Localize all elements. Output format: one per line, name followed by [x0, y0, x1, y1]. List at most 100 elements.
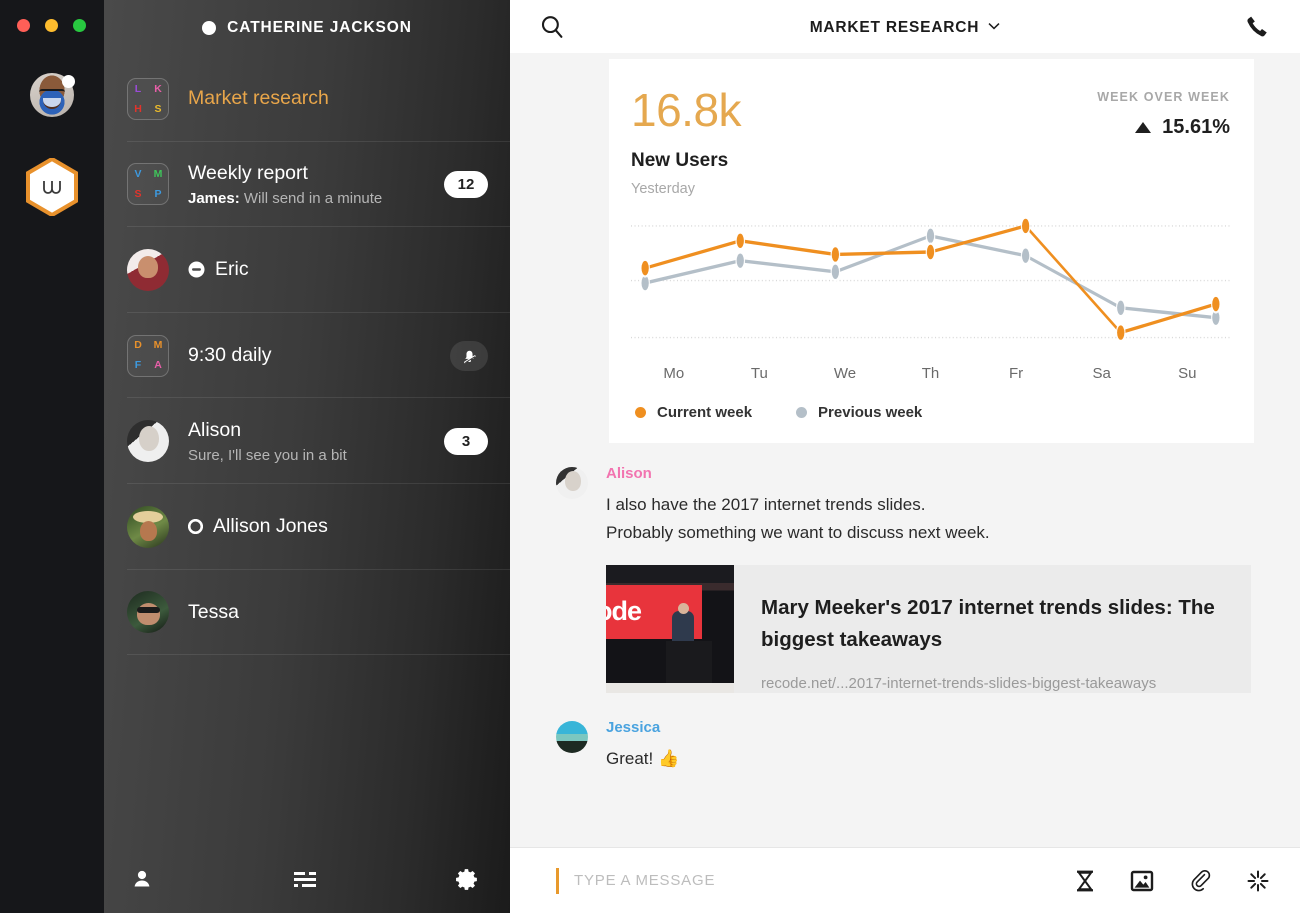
filters-button[interactable]	[292, 868, 318, 890]
conversation-title-row: Allison Jones	[188, 515, 488, 538]
delta-caption: WEEK OVER WEEK	[1097, 90, 1230, 104]
app-window: CATHERINE JACKSON L K H S Market researc…	[0, 0, 1300, 913]
message-body: Jessica Great! 👍	[606, 719, 1254, 773]
x-tick: Sa	[1092, 365, 1111, 382]
link-preview-body: Mary Meeker's 2017 internet trends slide…	[734, 565, 1251, 693]
sliders-icon	[293, 870, 316, 889]
eric-avatar	[127, 248, 169, 291]
composer-actions	[1074, 869, 1270, 893]
thumb-floor	[606, 683, 734, 694]
hourglass-icon	[1077, 870, 1093, 891]
link-preview-card[interactable]: ode Mary Meeker's 2017 internet trends s…	[606, 565, 1251, 694]
conversation-name: Market research	[188, 87, 329, 110]
tile-letter: K	[154, 82, 162, 95]
legend-dot	[796, 407, 808, 418]
search-icon	[541, 15, 563, 38]
self-avatar[interactable]	[30, 73, 75, 117]
tile-letter: M	[153, 168, 163, 181]
group-initials-tile: V M S P	[127, 163, 169, 206]
message-line: I also have the 2017 internet trends sli…	[606, 495, 926, 514]
list-divider	[127, 654, 510, 656]
link-preview-title: Mary Meeker's 2017 internet trends slide…	[761, 596, 1215, 651]
image-button[interactable]	[1130, 870, 1154, 892]
thumb-logo-text: ode	[606, 596, 642, 627]
zoom-window-button[interactable]	[73, 19, 86, 32]
paperclip-icon	[1191, 869, 1211, 891]
preview-text: Will send in a minute	[243, 189, 383, 207]
conversation-title-row: Tessa	[188, 601, 488, 624]
link-preview-thumbnail: ode	[606, 565, 734, 694]
x-tick: Mo	[663, 365, 685, 382]
tile-letter: V	[134, 168, 142, 181]
start-call-button[interactable]	[1244, 14, 1270, 40]
conversation-item-alison[interactable]: Alison Sure, I'll see you in a bit 3	[104, 398, 510, 484]
wire-hexagon-logo[interactable]	[26, 158, 78, 216]
conversation-text: Weekly report James: Will send in a minu…	[188, 162, 444, 207]
legend-item-current-week: Current week	[635, 404, 752, 421]
conversation-preview: James: Will send in a minute	[188, 190, 444, 207]
message-body: Alison I also have the 2017 internet tre…	[606, 465, 1254, 694]
tile-letter: F	[134, 359, 142, 372]
message-author: Alison	[606, 465, 652, 482]
jessica-avatar[interactable]	[556, 721, 588, 754]
alison-avatar	[127, 420, 169, 463]
x-tick: Su	[1178, 365, 1197, 382]
x-tick: Th	[921, 365, 940, 382]
kpi-label: New Users	[631, 150, 729, 171]
conversation-item-market-research[interactable]: L K H S Market research	[104, 56, 510, 142]
tile-letter: A	[154, 359, 162, 372]
group-tile: L K H S	[127, 77, 169, 120]
conversation-item-tessa[interactable]: Tessa	[104, 570, 510, 656]
conversation-name: Alison	[188, 418, 242, 441]
kpi-value: 16.8k	[631, 84, 742, 136]
sparkle-icon	[1247, 870, 1269, 891]
contacts-button[interactable]	[130, 867, 154, 891]
new-users-line-chart	[631, 213, 1230, 361]
user-presence-dot	[202, 21, 217, 35]
tile-letter: S	[134, 188, 142, 201]
conversation-list[interactable]: L K H S Market research V M S P Weekly r…	[104, 56, 510, 845]
close-window-button[interactable]	[17, 19, 30, 32]
conversation-header: MARKET RESEARCH	[510, 0, 1300, 53]
sparkle-button[interactable]	[1246, 869, 1270, 893]
left-rail	[0, 0, 104, 913]
settings-button[interactable]	[455, 867, 480, 892]
alison-avatar[interactable]	[556, 467, 588, 499]
message-line: Probably something we want to discuss ne…	[606, 522, 990, 542]
conversation-text: Market research	[188, 87, 488, 110]
conversation-list-pane: CATHERINE JACKSON L K H S Market researc…	[104, 0, 510, 913]
delta-block: WEEK OVER WEEK 15.61%	[1097, 87, 1230, 139]
chart-canvas	[631, 216, 1230, 343]
image-icon	[1130, 870, 1154, 891]
timed-message-button[interactable]	[1074, 869, 1096, 893]
unread-ring-icon	[188, 519, 203, 535]
conversation-title-row: Eric	[188, 258, 488, 281]
tile-letter: D	[134, 339, 142, 352]
delta-value: 15.61%	[1162, 116, 1230, 138]
conversation-item-allison-jones[interactable]: Allison Jones	[104, 484, 510, 570]
chart-x-axis: Mo Tu We Th Fr Sa Su	[631, 365, 1230, 382]
allison-jones-avatar	[127, 505, 169, 548]
conversation-item-eric[interactable]: Eric	[104, 227, 510, 313]
conversation-text: Tessa	[188, 601, 488, 624]
contact-avatar	[127, 420, 169, 463]
tessa-avatar	[127, 591, 169, 634]
tile-letter: L	[134, 82, 142, 95]
message-input[interactable]	[574, 872, 1074, 889]
conversation-item-930-daily[interactable]: D M F A 9:30 daily	[104, 313, 510, 399]
message-composer	[510, 847, 1300, 913]
conversation-item-weekly-report[interactable]: V M S P Weekly report James: Will send i…	[104, 142, 510, 228]
conversation-title[interactable]: MARKET RESEARCH	[510, 17, 1300, 37]
mute-toggle-button[interactable]	[450, 340, 488, 371]
attach-file-button[interactable]	[1188, 869, 1212, 893]
conversation-text: Eric	[188, 258, 488, 281]
self-presence-dot	[62, 75, 75, 88]
message-thread[interactable]: 16.8k New Users Yesterday WEEK OVER WEEK…	[510, 53, 1300, 847]
window-traffic-lights	[0, 19, 86, 32]
conversation-name: Tessa	[188, 600, 239, 623]
search-button[interactable]	[539, 14, 565, 40]
gear-icon	[456, 868, 477, 890]
minimize-window-button[interactable]	[45, 19, 58, 32]
contact-avatar	[127, 591, 169, 634]
unread-badge: 12	[444, 170, 488, 198]
